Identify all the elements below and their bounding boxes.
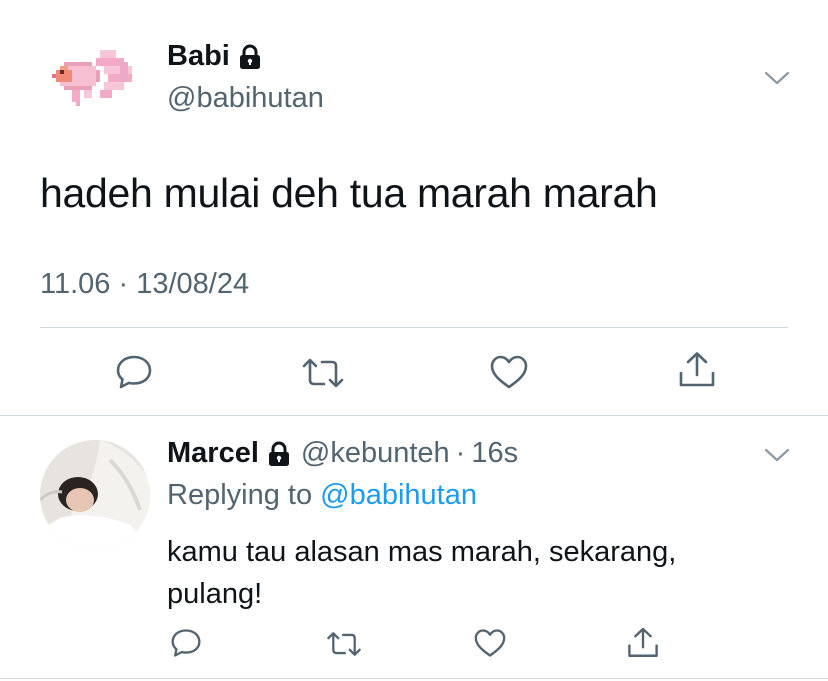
chevron-down-icon[interactable]: [764, 447, 790, 463]
replying-to-line: Replying to @babihutan: [167, 479, 477, 512]
retweet-icon[interactable]: [300, 356, 346, 390]
separator: ·: [455, 437, 466, 469]
reply-time[interactable]: 16s: [471, 437, 518, 470]
retweet-icon[interactable]: [325, 630, 363, 658]
mention-link[interactable]: @babihutan: [320, 479, 477, 511]
share-icon[interactable]: [677, 350, 717, 390]
display-name[interactable]: Babi: [167, 40, 230, 73]
avatar[interactable]: [40, 440, 150, 550]
lock-icon: [238, 44, 262, 70]
divider: [40, 327, 788, 328]
display-name[interactable]: Marcel: [167, 437, 259, 470]
tweet-timestamp[interactable]: 11.06 · 13/08/24: [40, 268, 249, 301]
reply-header: Marcel @kebunteh · 16s: [167, 437, 518, 470]
avatar[interactable]: [48, 46, 144, 110]
tweet-text: hadeh mulai deh tua marah marah: [40, 170, 658, 216]
like-icon[interactable]: [489, 354, 529, 390]
divider: [0, 415, 828, 416]
divider: [0, 678, 828, 679]
reply-icon[interactable]: [170, 628, 202, 658]
user-handle[interactable]: @kebunteh: [301, 437, 450, 470]
share-icon[interactable]: [626, 626, 660, 660]
user-handle[interactable]: @babihutan: [167, 82, 324, 115]
reply-text: kamu tau alasan mas marah, sekarang, pul…: [167, 536, 677, 610]
pixel-betta-fish-icon: [52, 50, 132, 106]
lock-icon: [267, 441, 291, 467]
like-icon[interactable]: [473, 628, 507, 658]
display-name-row: Babi: [167, 40, 262, 73]
replying-prefix: Replying to: [167, 479, 313, 511]
chevron-down-icon[interactable]: [764, 70, 790, 86]
reply-icon[interactable]: [115, 354, 153, 390]
